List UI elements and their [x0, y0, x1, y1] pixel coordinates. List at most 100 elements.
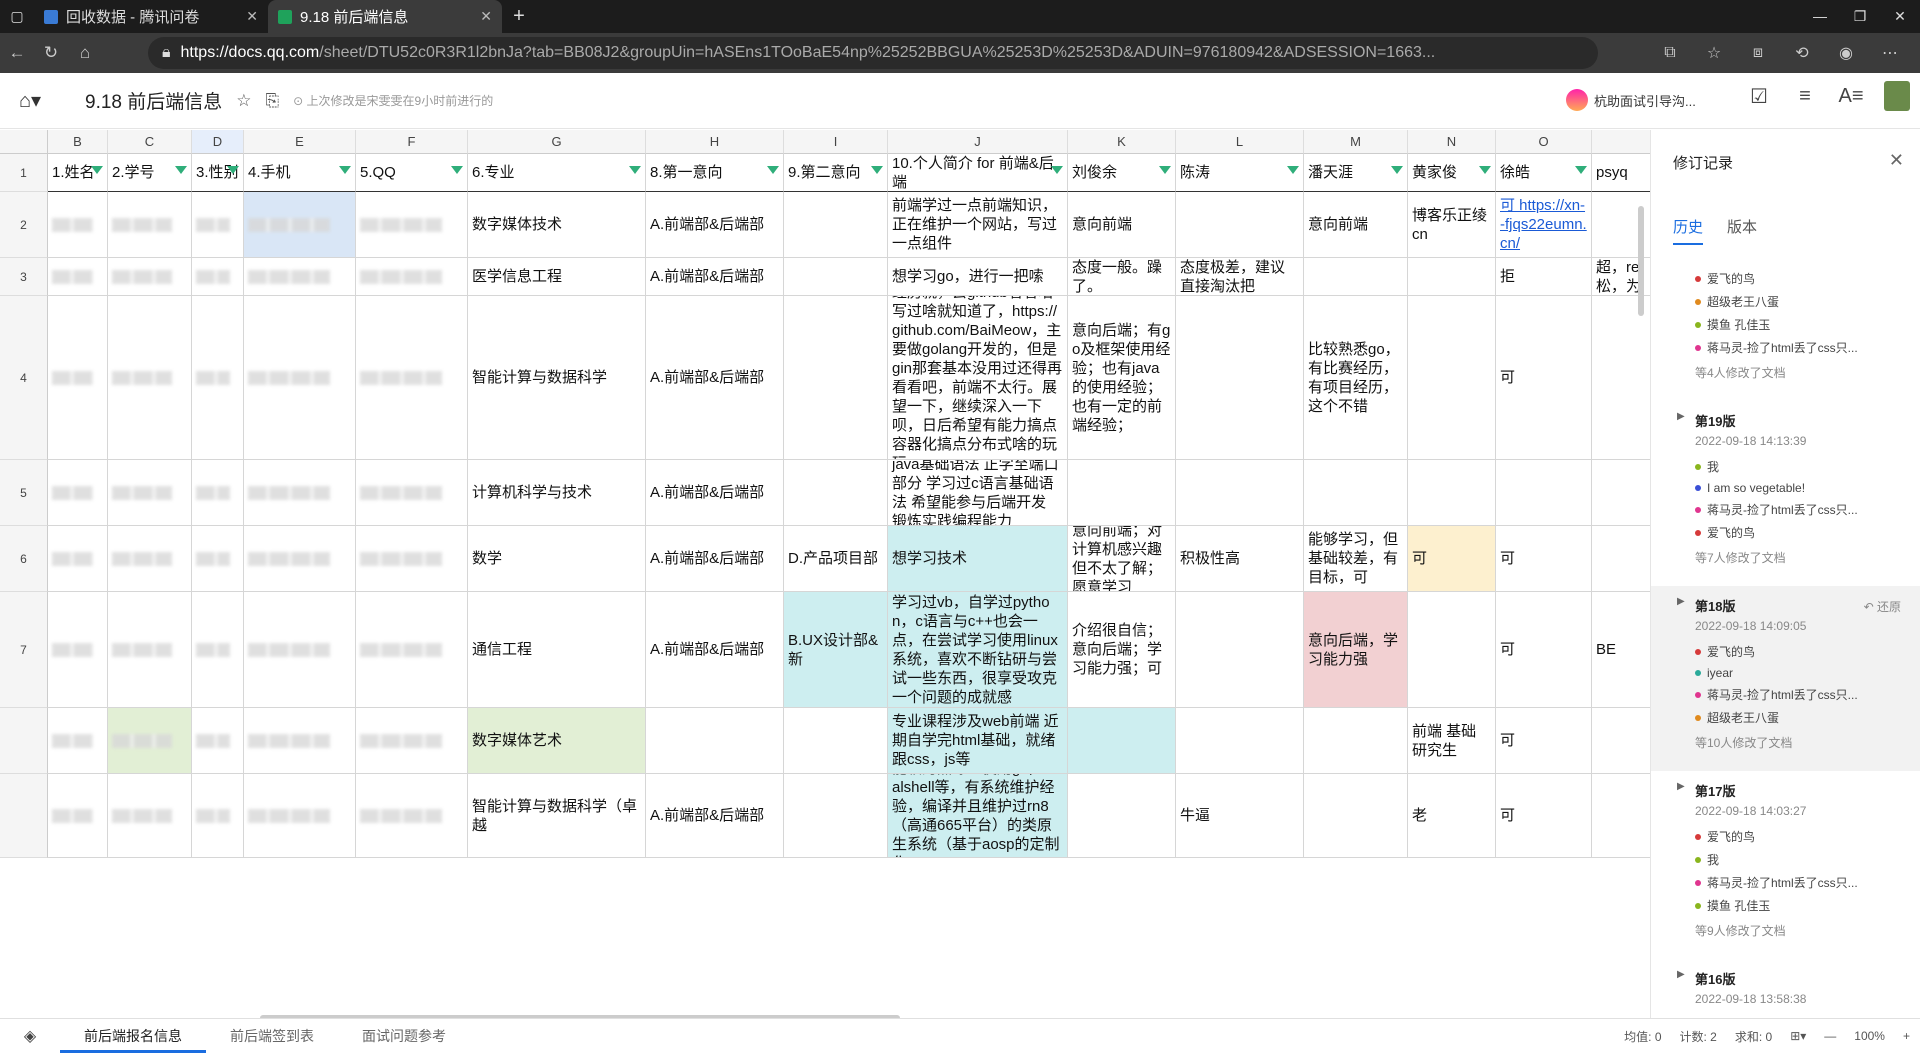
- table-cell[interactable]: 智能计算与数据科学: [468, 296, 646, 460]
- filter-icon[interactable]: [1051, 166, 1063, 174]
- filter-icon[interactable]: [871, 166, 883, 174]
- table-cell[interactable]: [356, 192, 468, 258]
- bookmark-icon[interactable]: ⎘: [266, 91, 280, 111]
- revision-group[interactable]: 爱飞的鸟 超级老王八蛋 摸鱼 孔佳玉 蒋马灵-捡了html丢了css只... 等4人修改…: [1651, 258, 1920, 401]
- header-cell[interactable]: 黄家俊: [1408, 154, 1496, 192]
- table-cell[interactable]: [108, 592, 192, 708]
- row-header[interactable]: 3: [0, 258, 48, 296]
- tab-actions-icon[interactable]: ▢: [0, 0, 34, 33]
- table-cell[interactable]: 可: [1496, 592, 1592, 708]
- column-header-B[interactable]: B: [48, 130, 108, 154]
- table-cell[interactable]: 可: [1496, 296, 1592, 460]
- select-all-corner[interactable]: [0, 130, 48, 154]
- sheet-tab-2[interactable]: 前后端签到表: [206, 1019, 338, 1053]
- table-cell[interactable]: A.前端部&后端部: [646, 296, 784, 460]
- filter-icon[interactable]: [227, 166, 239, 174]
- sheet-tab-3[interactable]: 面试问题参考: [338, 1019, 470, 1053]
- doc-home-icon[interactable]: ⌂▾: [0, 88, 60, 113]
- table-cell[interactable]: [108, 192, 192, 258]
- table-cell[interactable]: [244, 708, 356, 774]
- table-cell[interactable]: [356, 526, 468, 592]
- column-header-F[interactable]: F: [356, 130, 468, 154]
- table-cell[interactable]: [192, 296, 244, 460]
- row-header[interactable]: [0, 708, 48, 774]
- header-cell[interactable]: 5.QQ: [356, 154, 468, 192]
- revision-more[interactable]: 等10人修改了文档: [1695, 734, 1899, 751]
- table-cell[interactable]: 能够学习，但基础较差，有目标，可: [1304, 526, 1408, 592]
- table-cell[interactable]: [356, 774, 468, 858]
- table-cell[interactable]: [784, 258, 888, 296]
- zoom-in-icon[interactable]: +: [1903, 1029, 1910, 1043]
- column-header-P[interactable]: [1592, 130, 1650, 154]
- table-cell[interactable]: [108, 526, 192, 592]
- table-cell[interactable]: [1304, 708, 1408, 774]
- home-icon[interactable]: ⌂: [68, 43, 102, 63]
- header-cell[interactable]: 3.性别: [192, 154, 244, 192]
- table-cell[interactable]: 可: [1496, 526, 1592, 592]
- table-cell[interactable]: [1304, 460, 1408, 526]
- table-cell[interactable]: 意向前端: [1068, 192, 1176, 258]
- table-cell[interactable]: [244, 592, 356, 708]
- revision-more[interactable]: 等7人修改了文档: [1695, 549, 1899, 566]
- minimize-icon[interactable]: —: [1800, 0, 1840, 33]
- filter-icon[interactable]: [629, 166, 641, 174]
- table-cell[interactable]: 可 https://xn--fjqs22eumn.cn/: [1496, 192, 1592, 258]
- table-cell[interactable]: [1068, 774, 1176, 858]
- table-cell[interactable]: A.前端部&后端部: [646, 192, 784, 258]
- table-cell[interactable]: [646, 708, 784, 774]
- browser-tab-1[interactable]: 回收数据 - 腾讯问卷 ✕: [34, 0, 268, 33]
- table-cell[interactable]: A.前端部&后端部: [646, 258, 784, 296]
- table-cell[interactable]: [244, 258, 356, 296]
- tab-version[interactable]: 版本: [1727, 216, 1757, 245]
- header-cell[interactable]: 刘俊余: [1068, 154, 1176, 192]
- close-icon[interactable]: ✕: [480, 8, 492, 25]
- view-icon[interactable]: ⊞▾: [1790, 1029, 1806, 1043]
- column-header-I[interactable]: I: [784, 130, 888, 154]
- table-cell[interactable]: [48, 192, 108, 258]
- table-cell[interactable]: [244, 774, 356, 858]
- table-cell[interactable]: [48, 258, 108, 296]
- expand-icon[interactable]: ▶: [1677, 969, 1685, 980]
- filter-icon[interactable]: [451, 166, 463, 174]
- text-size-icon[interactable]: A≡: [1838, 85, 1864, 108]
- table-cell[interactable]: 前端学过一点前端知识，正在维护一个网站，写过一点组件: [888, 192, 1068, 258]
- history-icon[interactable]: ⟲: [1782, 43, 1822, 63]
- table-cell[interactable]: [1176, 296, 1304, 460]
- table-cell[interactable]: [356, 296, 468, 460]
- table-cell[interactable]: A.前端部&后端部: [646, 460, 784, 526]
- table-cell[interactable]: [1176, 592, 1304, 708]
- header-cell[interactable]: 陈涛: [1176, 154, 1304, 192]
- table-cell[interactable]: 学习过vb，自学过python，c语言与c++也会一点，在尝试学习使用linux…: [888, 592, 1068, 708]
- table-cell[interactable]: [356, 460, 468, 526]
- table-cell[interactable]: [356, 592, 468, 708]
- table-cell[interactable]: 可: [1496, 774, 1592, 858]
- table-cell[interactable]: 比较熟悉go，有比赛经历，有项目经历，这个不错: [1304, 296, 1408, 460]
- zoom-out-icon[interactable]: —: [1824, 1029, 1836, 1043]
- table-cell[interactable]: [784, 708, 888, 774]
- header-cell[interactable]: 10.个人简介 for 前端&后端: [888, 154, 1068, 192]
- table-cell[interactable]: [356, 258, 468, 296]
- table-cell[interactable]: [1408, 460, 1496, 526]
- header-cell[interactable]: 9.第二意向: [784, 154, 888, 192]
- header-cell[interactable]: 4.手机: [244, 154, 356, 192]
- row-header[interactable]: 2: [0, 192, 48, 258]
- table-cell[interactable]: [784, 296, 888, 460]
- table-cell[interactable]: D.产品项目部: [784, 526, 888, 592]
- revision-more[interactable]: 等4人修改了文档: [1695, 364, 1899, 381]
- filter-icon[interactable]: [1391, 166, 1403, 174]
- table-cell[interactable]: 意向前端: [1304, 192, 1408, 258]
- column-header-H[interactable]: H: [646, 130, 784, 154]
- user-avatar[interactable]: [1884, 81, 1910, 111]
- column-header-D[interactable]: D: [192, 130, 244, 154]
- table-cell[interactable]: [784, 774, 888, 858]
- table-cell[interactable]: 意向后端；有go及框架使用经验；也有java的使用经验；也有一定的前端经验；: [1068, 296, 1176, 460]
- table-cell[interactable]: [1592, 526, 1650, 592]
- table-cell[interactable]: [1304, 774, 1408, 858]
- close-window-icon[interactable]: ✕: [1880, 0, 1920, 33]
- table-cell[interactable]: [244, 526, 356, 592]
- table-cell[interactable]: [1304, 258, 1408, 296]
- back-icon[interactable]: ←: [0, 43, 34, 63]
- vertical-scrollbar[interactable]: [1638, 206, 1644, 316]
- table-cell[interactable]: 数字媒体艺术: [468, 708, 646, 774]
- filter-icon[interactable]: [91, 166, 103, 174]
